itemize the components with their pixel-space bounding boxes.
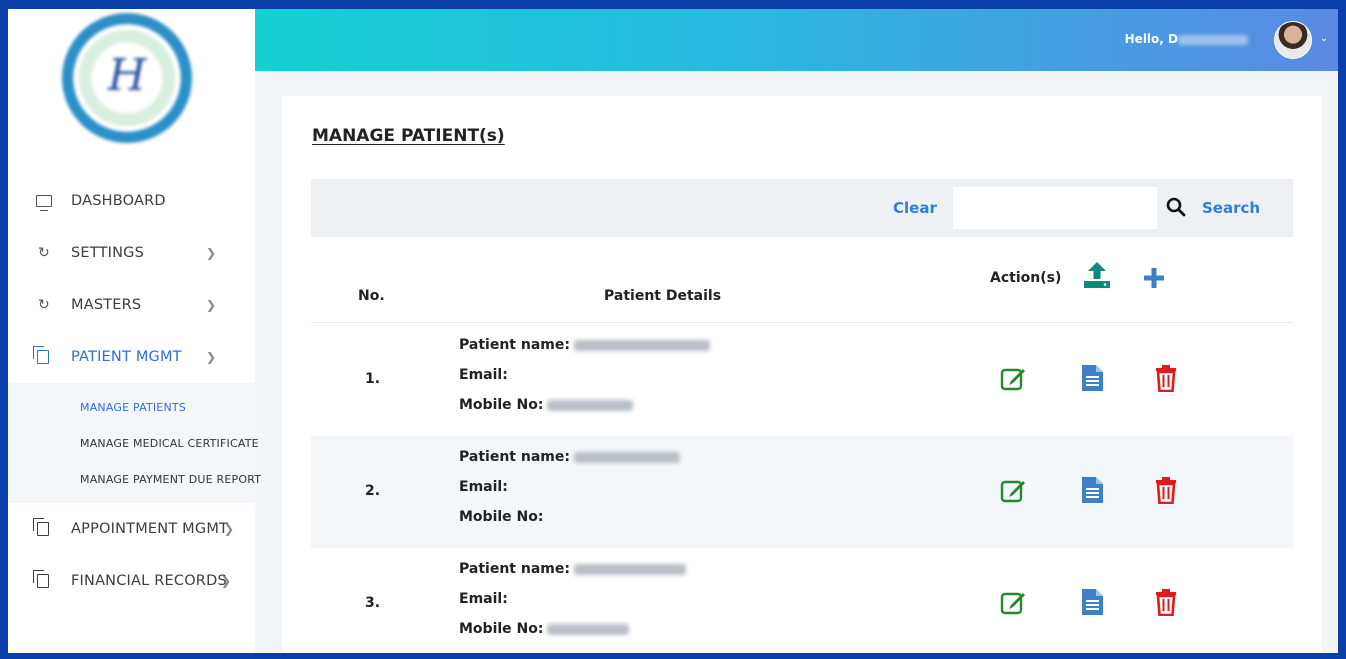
redacted-value <box>573 339 710 351</box>
sidebar-item-label: PATIENT MGMT <box>71 349 182 365</box>
sidebar-item-masters[interactable]: ↻ MASTERS ❯ <box>8 279 255 331</box>
monitor-icon <box>36 195 52 211</box>
sidebar-item-label: APPOINTMENT MGMT <box>71 521 229 537</box>
document-icon[interactable] <box>1078 364 1106 392</box>
copy-icon <box>33 518 49 536</box>
edit-icon[interactable] <box>1000 588 1028 616</box>
patient-mobile: Mobile No: <box>459 509 543 525</box>
chevron-right-icon: ❯ <box>206 246 217 260</box>
patient-email-label: Email: <box>459 479 508 495</box>
chevron-right-icon: ❯ <box>224 522 235 536</box>
main-card: MANAGE PATIENT(s) Clear Search No. Patie… <box>282 96 1322 653</box>
search-icon[interactable] <box>1166 197 1186 217</box>
table-header-divider <box>311 322 1293 323</box>
patient-email: Email: <box>459 479 508 495</box>
row-number: 1. <box>365 371 381 387</box>
sidebar-item-settings[interactable]: ↻ SETTINGS ❯ <box>8 227 255 279</box>
patient-email: Email: <box>459 591 508 607</box>
patient-submenu: MANAGE PATIENTS MANAGE MEDICAL CERTIFICA… <box>8 383 261 503</box>
top-header: Hello, D ⌄ <box>255 9 1338 71</box>
patient-name: Patient name: <box>459 561 686 577</box>
table-row: 1. Patient name: Email: Mobile No: <box>311 324 1293 436</box>
submenu-item-manage-payment-due-report[interactable]: MANAGE PAYMENT DUE REPORT <box>8 461 261 497</box>
patient-email-label: Email: <box>459 591 508 607</box>
patient-mobile: Mobile No: <box>459 621 630 637</box>
redacted-value <box>547 623 630 635</box>
sidebar-item-label: MASTERS <box>71 297 142 313</box>
sidebar-item-financial-records[interactable]: FINANCIAL RECORDS ❯ <box>8 555 255 607</box>
chevron-right-icon: ❯ <box>221 574 232 588</box>
search-button[interactable]: Search <box>1202 199 1260 217</box>
column-header-no: No. <box>358 288 385 304</box>
patient-email-label: Email: <box>459 367 508 383</box>
patient-mobile: Mobile No: <box>459 397 634 413</box>
edit-icon[interactable] <box>1000 364 1028 392</box>
patient-name: Patient name: <box>459 449 680 465</box>
search-bar: Clear Search <box>311 179 1293 237</box>
delete-icon[interactable] <box>1152 588 1180 616</box>
patient-mobile-label: Mobile No: <box>459 397 544 413</box>
delete-icon[interactable] <box>1152 476 1180 504</box>
sidebar-item-label: SETTINGS <box>71 245 144 261</box>
avatar[interactable] <box>1274 21 1312 59</box>
sidebar-item-dashboard[interactable]: DASHBOARD <box>8 175 255 227</box>
row-number: 2. <box>365 483 381 499</box>
row-number: 3. <box>365 595 381 611</box>
patient-email: Email: <box>459 367 508 383</box>
delete-icon[interactable] <box>1152 364 1180 392</box>
refresh-icon: ↻ <box>38 245 50 261</box>
chevron-right-icon: ❯ <box>206 350 217 364</box>
page-title: MANAGE PATIENT(s) <box>312 126 505 146</box>
column-header-actions: Action(s) <box>990 270 1062 286</box>
patient-mobile-label: Mobile No: <box>459 621 544 637</box>
patient-name: Patient name: <box>459 337 710 353</box>
sidebar-item-patient-mgmt[interactable]: PATIENT MGMT ❯ <box>8 331 255 383</box>
column-header-patient-details: Patient Details <box>604 288 722 304</box>
redacted-value <box>547 399 634 411</box>
document-icon[interactable] <box>1078 476 1106 504</box>
edit-icon[interactable] <box>1000 476 1028 504</box>
logo-mark: H <box>107 49 147 101</box>
patient-mobile-label: Mobile No: <box>459 509 544 525</box>
redacted-value <box>573 563 686 575</box>
search-input[interactable] <box>953 187 1157 229</box>
submenu-item-manage-patients[interactable]: MANAGE PATIENTS <box>8 389 255 425</box>
clear-button[interactable]: Clear <box>893 199 937 217</box>
chevron-right-icon: ❯ <box>206 298 217 312</box>
sidebar-item-label: DASHBOARD <box>71 193 166 209</box>
sidebar-nav: DASHBOARD ↻ SETTINGS ❯ ↻ MASTERS ❯ PATIE… <box>8 175 261 607</box>
add-patient-icon[interactable] <box>1142 266 1166 290</box>
refresh-icon: ↻ <box>38 297 50 313</box>
table-row: 3. Patient name: Email: Mobile No: <box>311 548 1293 653</box>
patient-name-label: Patient name: <box>459 337 570 353</box>
table-row: 2. Patient name: Email: Mobile No: <box>311 436 1293 548</box>
sidebar-item-label: FINANCIAL RECORDS <box>71 573 227 589</box>
chevron-down-icon[interactable]: ⌄ <box>1320 33 1328 44</box>
copy-icon <box>33 346 49 364</box>
copy-icon <box>33 570 49 588</box>
document-icon[interactable] <box>1078 588 1106 616</box>
app-frame: H DASHBOARD ↻ SETTINGS ❯ ↻ MASTERS ❯ PAT… <box>8 9 1338 653</box>
patient-name-label: Patient name: <box>459 561 570 577</box>
submenu-item-manage-medical-certificate[interactable]: MANAGE MEDICAL CERTIFICATE <box>8 425 259 461</box>
patient-name-label: Patient name: <box>459 449 570 465</box>
redacted-value <box>573 451 680 463</box>
sidebar: H DASHBOARD ↻ SETTINGS ❯ ↻ MASTERS ❯ PAT… <box>8 9 261 653</box>
redacted-user-name <box>1178 34 1248 45</box>
upload-icon[interactable] <box>1082 260 1112 290</box>
greeting-text: Hello, D <box>1124 32 1178 46</box>
sidebar-item-appointment-mgmt[interactable]: APPOINTMENT MGMT ❯ <box>8 503 255 555</box>
user-greeting[interactable]: Hello, D <box>1125 32 1248 46</box>
clinic-logo[interactable]: H <box>62 13 192 143</box>
